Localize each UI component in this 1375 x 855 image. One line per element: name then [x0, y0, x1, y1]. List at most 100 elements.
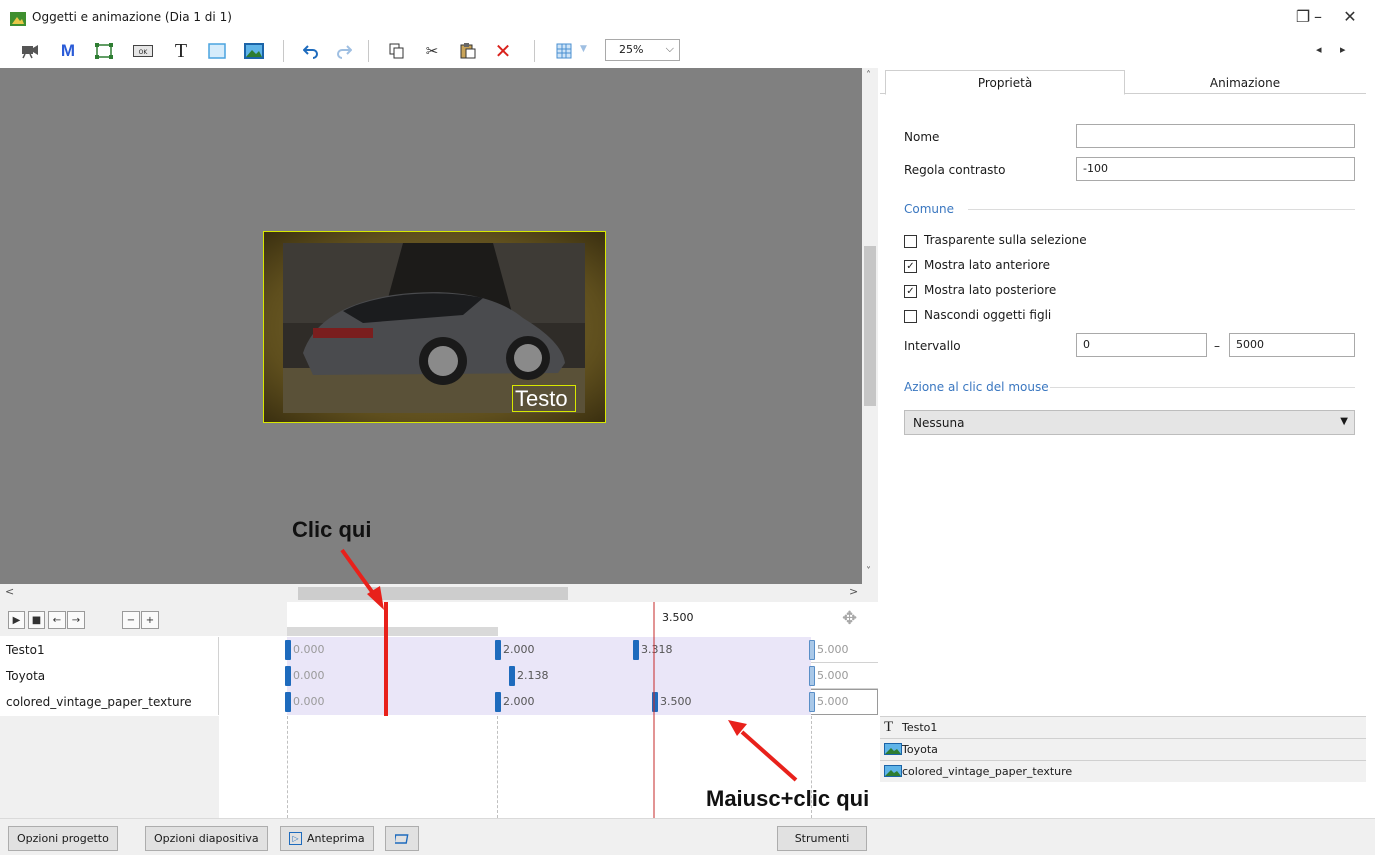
cut-icon[interactable]: ✂	[419, 38, 445, 64]
image-icon	[884, 765, 902, 777]
tools-button[interactable]: Strumenti	[777, 826, 867, 851]
zoom-select[interactable]: 25% ⌵	[605, 39, 680, 61]
redo-icon[interactable]	[331, 38, 357, 64]
name-field[interactable]	[1076, 124, 1355, 148]
play-icon[interactable]: ▶	[8, 611, 25, 629]
window-title: Oggetti e animazione (Dia 1 di 1)	[32, 10, 232, 24]
timeline-track[interactable]	[287, 689, 811, 715]
paste-icon[interactable]	[455, 38, 481, 64]
keyframe-time-label: 0.000	[293, 695, 325, 708]
interval-dash: –	[1214, 339, 1220, 353]
grid-dropdown-icon[interactable]: ▼	[580, 44, 587, 54]
checkbox-unchecked[interactable]	[904, 235, 917, 248]
keyframe-marker[interactable]	[285, 640, 291, 660]
scroll-down-icon[interactable]: ˅	[866, 566, 871, 577]
keyframe-time-label: 3.318	[641, 643, 673, 656]
scroll-right-icon[interactable]: ▸	[1340, 43, 1346, 56]
timeline-row-name[interactable]: Testo1	[0, 637, 219, 663]
keyframe-time-label: 5.000	[817, 695, 849, 708]
timeline-cursor-time: 3.500	[662, 611, 694, 624]
timeline-row-gap	[219, 663, 287, 689]
contrast-label: Regola contrasto	[904, 163, 1006, 177]
grid-icon[interactable]	[551, 38, 577, 64]
keyframe-marker[interactable]	[285, 692, 291, 712]
project-options-button[interactable]: Opzioni progetto	[8, 826, 118, 851]
checkbox-label[interactable]: Trasparente sulla selezione	[924, 233, 1087, 247]
camera-icon[interactable]	[17, 38, 43, 64]
previous-keyframe-icon[interactable]: ←	[48, 611, 66, 629]
contrast-field[interactable]: -100	[1076, 157, 1355, 181]
checkbox-label[interactable]: Nascondi oggetti figli	[924, 308, 1051, 322]
keyframe-marker[interactable]	[652, 692, 658, 712]
checkbox-label[interactable]: Mostra lato posteriore	[924, 283, 1056, 297]
image-icon[interactable]	[241, 38, 267, 64]
scroll-left-arrow-icon[interactable]: <	[5, 585, 14, 598]
scroll-right-arrow-icon[interactable]: >	[849, 585, 858, 598]
restore-button[interactable]: ❐	[1285, 4, 1321, 30]
button-icon[interactable]: OK	[130, 38, 156, 64]
keyframe-marker[interactable]	[285, 666, 291, 686]
mouse-action-select[interactable]: Nessuna ▼	[904, 410, 1355, 435]
canvas-text-object[interactable]: Testo	[512, 385, 576, 412]
preview-label: Anteprima	[307, 832, 365, 845]
next-keyframe-icon[interactable]: →	[67, 611, 85, 629]
keyframe-marker[interactable]	[509, 666, 515, 686]
keyframe-marker[interactable]	[495, 692, 501, 712]
timeline-row-name[interactable]: Toyota	[0, 663, 219, 689]
close-button[interactable]: ✕	[1332, 4, 1368, 30]
remove-keyframe-icon[interactable]: −	[122, 611, 140, 629]
image-icon	[884, 743, 902, 755]
undo-icon[interactable]	[298, 38, 324, 64]
svg-text:OK: OK	[139, 49, 149, 56]
timeline-track[interactable]	[287, 637, 811, 663]
preview-button[interactable]: ▷ Anteprima	[280, 826, 374, 851]
keyframe-marker[interactable]	[495, 640, 501, 660]
section-divider	[1050, 387, 1355, 388]
mouse-action-value: Nessuna	[913, 416, 965, 430]
copy-icon[interactable]	[384, 38, 410, 64]
object-list-label: Testo1	[902, 721, 938, 734]
vertical-scroll-thumb[interactable]	[864, 246, 876, 406]
preview-icon: ▷	[289, 832, 302, 845]
tab-animation[interactable]: Animazione	[1125, 72, 1365, 94]
delete-icon[interactable]: ✕	[490, 38, 516, 64]
timeline-row-name[interactable]: colored_vintage_paper_texture	[0, 689, 219, 715]
frame-icon[interactable]	[91, 38, 117, 64]
scroll-up-icon[interactable]: ˄	[866, 70, 871, 81]
checkbox-checked[interactable]: ✓	[904, 285, 917, 298]
screen-icon[interactable]	[385, 826, 419, 851]
timeline-range-bar[interactable]	[287, 627, 498, 636]
click-here-annotation: Clic qui	[292, 517, 372, 542]
red-arrowhead-up	[728, 720, 747, 736]
red-arrow-up	[740, 730, 798, 782]
slide-options-button[interactable]: Opzioni diapositiva	[145, 826, 268, 851]
stop-icon[interactable]: ■	[28, 611, 45, 629]
timeline-track[interactable]	[287, 663, 811, 689]
tab-properties[interactable]: Proprietà	[885, 70, 1125, 95]
object-list-item[interactable]: Toyota	[880, 738, 1366, 760]
move-icon[interactable]: ✥	[842, 608, 857, 629]
keyframe-marker[interactable]	[633, 640, 639, 660]
keyframe-marker[interactable]	[809, 692, 815, 712]
toolbar-separator	[534, 40, 535, 62]
rectangle-icon[interactable]	[204, 38, 230, 64]
checkbox-unchecked[interactable]	[904, 310, 917, 323]
object-list-item[interactable]: colored_vintage_paper_texture	[880, 760, 1366, 782]
timeline-guide-line	[287, 716, 288, 818]
mask-icon[interactable]: M	[55, 38, 81, 64]
interval-from-field[interactable]: 0	[1076, 333, 1207, 357]
section-divider	[968, 209, 1355, 210]
checkbox-checked[interactable]: ✓	[904, 260, 917, 273]
zoom-value: 25%	[619, 43, 644, 56]
object-list-item[interactable]: T Testo1	[880, 716, 1366, 738]
horizontal-scroll-thumb[interactable]	[298, 587, 568, 600]
add-keyframe-icon[interactable]: +	[141, 611, 159, 629]
scroll-left-icon[interactable]: ◂	[1316, 43, 1322, 56]
keyframe-marker[interactable]	[809, 666, 815, 686]
text-icon[interactable]: T	[168, 38, 194, 64]
keyframe-marker[interactable]	[809, 640, 815, 660]
chevron-down-icon: ⌵	[665, 42, 674, 55]
interval-to-field[interactable]: 5000	[1229, 333, 1355, 357]
checkbox-label[interactable]: Mostra lato anteriore	[924, 258, 1050, 272]
toolbar-separator	[283, 40, 284, 62]
